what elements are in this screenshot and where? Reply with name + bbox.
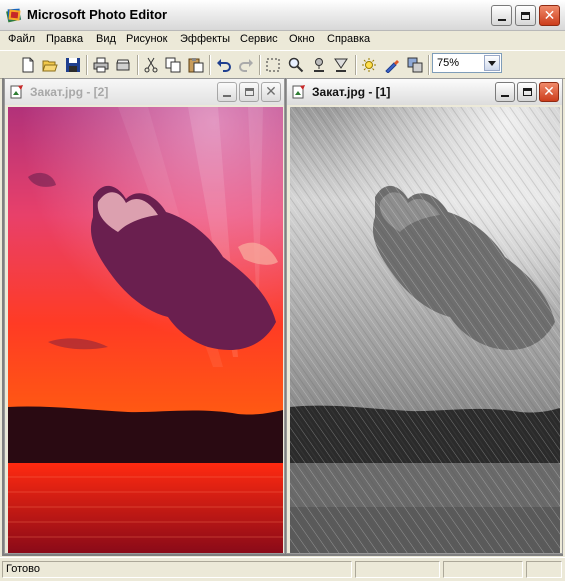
doc-close-button[interactable]: ✕ xyxy=(261,82,281,102)
print-button[interactable] xyxy=(91,55,111,75)
new-icon xyxy=(22,57,34,73)
paste-icon xyxy=(188,58,204,73)
redo-icon xyxy=(239,59,253,72)
menu-window[interactable]: Окно xyxy=(289,33,315,45)
copy-icon xyxy=(165,57,181,73)
sunset-photo-chalk-effect[interactable] xyxy=(290,107,560,553)
save-button[interactable] xyxy=(63,55,83,75)
select-icon xyxy=(266,58,280,72)
doc-minimize-button[interactable] xyxy=(495,82,515,102)
undo-button[interactable] xyxy=(214,55,234,75)
sharpen-button[interactable] xyxy=(331,55,351,75)
document-title: Закат.jpg - [1] xyxy=(312,85,391,99)
menu-effects[interactable]: Эффекты xyxy=(180,33,230,45)
toolbar-separator xyxy=(137,55,139,75)
menu-file[interactable]: Файл xyxy=(8,33,35,45)
sun-icon xyxy=(362,58,376,72)
effects-button[interactable] xyxy=(405,55,425,75)
image-document-icon xyxy=(10,85,23,99)
close-icon: ✕ xyxy=(543,84,555,100)
close-button[interactable]: ✕ xyxy=(539,5,560,26)
scan-button[interactable] xyxy=(113,55,133,75)
open-icon xyxy=(42,60,58,72)
minimize-button[interactable] xyxy=(491,5,512,26)
maximize-icon xyxy=(244,88,254,96)
smudge-button[interactable] xyxy=(309,55,329,75)
doc-maximize-button[interactable] xyxy=(517,82,537,102)
toolbar-separator xyxy=(355,55,357,75)
zoom-dropdown-button[interactable] xyxy=(484,55,500,71)
sunset-photo-color[interactable] xyxy=(8,107,283,553)
menu-help[interactable]: Справка xyxy=(327,33,370,45)
status-panel xyxy=(526,561,562,578)
window-title: Microsoft Photo Editor xyxy=(27,7,168,22)
document-title-bar[interactable]: Закат.jpg - [2] ✕ xyxy=(5,79,284,105)
scan-icon xyxy=(116,59,130,71)
status-text: Готово xyxy=(6,563,40,575)
close-icon: ✕ xyxy=(265,84,277,100)
menu-bar: Файл Правка Вид Рисунок Эффекты Сервис О… xyxy=(0,30,565,49)
doc-maximize-button[interactable] xyxy=(239,82,259,102)
doc-minimize-button[interactable] xyxy=(217,82,237,102)
transparent-icon xyxy=(385,60,399,73)
status-panel-main xyxy=(2,561,352,578)
app-logo-icon xyxy=(6,8,22,23)
toolbar-separator xyxy=(209,55,211,75)
image-document-icon xyxy=(292,85,305,99)
minimize-icon xyxy=(497,18,506,21)
maximize-icon xyxy=(522,88,532,96)
zoom-button[interactable] xyxy=(286,55,306,75)
copy-button[interactable] xyxy=(163,55,183,75)
effects-icon xyxy=(407,57,423,73)
toolbar-separator xyxy=(86,55,88,75)
minimize-icon xyxy=(501,95,509,97)
status-panel xyxy=(355,561,440,578)
paste-button[interactable] xyxy=(186,55,206,75)
sun-button[interactable] xyxy=(359,55,379,75)
status-bar: Готово xyxy=(0,557,565,581)
save-icon xyxy=(66,58,80,72)
redo-button[interactable] xyxy=(236,55,256,75)
zoom-icon xyxy=(288,57,304,73)
close-icon: ✕ xyxy=(543,7,556,24)
menu-edit[interactable]: Правка xyxy=(46,33,83,45)
new-button[interactable] xyxy=(18,55,38,75)
select-button[interactable] xyxy=(263,55,283,75)
sharpen-icon xyxy=(334,58,348,72)
app-window: Microsoft Photo Editor ✕ Файл Правка Вид… xyxy=(0,0,565,580)
toolbar-separator xyxy=(428,55,430,75)
maximize-button[interactable] xyxy=(515,5,536,26)
chevron-down-icon xyxy=(488,61,496,66)
smudge-icon xyxy=(314,58,324,72)
menu-tools[interactable]: Сервис xyxy=(240,33,278,45)
document-title-bar[interactable]: Закат.jpg - [1] ✕ xyxy=(287,79,562,105)
toolbar-separator xyxy=(259,55,261,75)
zoom-value: 75% xyxy=(437,57,460,69)
status-panel xyxy=(443,561,523,578)
menu-image[interactable]: Рисунок xyxy=(126,33,168,45)
transparent-button[interactable] xyxy=(382,55,402,75)
document-title: Закат.jpg - [2] xyxy=(30,85,109,99)
print-icon xyxy=(93,57,109,73)
maximize-icon xyxy=(521,11,530,20)
minimize-icon xyxy=(223,95,231,97)
undo-icon xyxy=(217,59,231,72)
title-bar[interactable]: Microsoft Photo Editor ✕ xyxy=(0,0,565,31)
menu-view[interactable]: Вид xyxy=(96,33,116,45)
doc-close-button[interactable]: ✕ xyxy=(539,82,559,102)
open-button[interactable] xyxy=(40,55,60,75)
cut-icon xyxy=(144,57,158,73)
cut-button[interactable] xyxy=(141,55,161,75)
